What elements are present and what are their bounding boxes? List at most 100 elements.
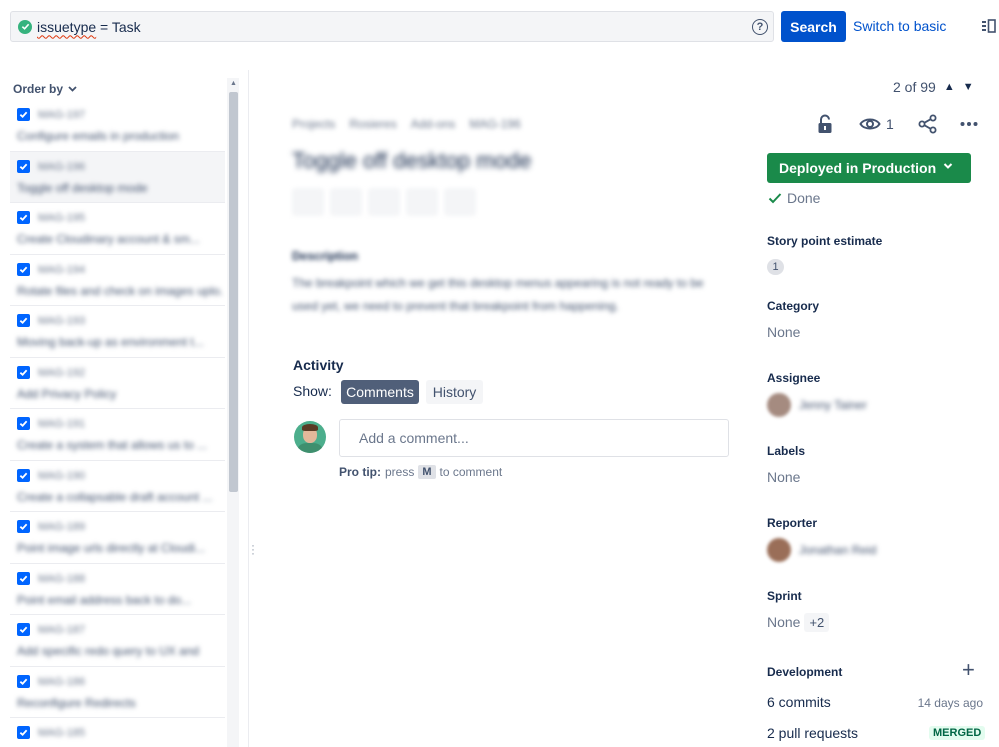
pagination-text: 2 of 99 [893, 79, 936, 95]
list-item[interactable]: MAG-195 Create Cloudinary account & sm... [10, 203, 225, 255]
pagination: 2 of 99 ▲ ▼ [893, 79, 974, 95]
checkbox-checked-icon[interactable] [17, 108, 30, 121]
sprint-extra-badge[interactable]: +2 [804, 613, 830, 632]
breadcrumb-item[interactable]: MAG-196 [469, 117, 520, 131]
breadcrumb-item[interactable]: Add-ons [411, 117, 456, 131]
help-icon[interactable]: ? [752, 19, 768, 35]
lock-icon[interactable] [817, 114, 833, 134]
checkbox-checked-icon[interactable] [17, 159, 30, 173]
jql-keyword: issuetype [37, 18, 97, 35]
breadcrumb-item[interactable]: Rosieres [349, 117, 396, 131]
web-link-icon[interactable] [406, 188, 438, 216]
issue-key: MAG-185 [38, 727, 86, 739]
pull-requests-link[interactable]: 2 pull requests [767, 725, 858, 741]
attach-icon[interactable] [292, 188, 324, 216]
previous-issue-icon[interactable]: ▲ [944, 81, 955, 93]
chevron-down-icon [68, 86, 77, 92]
switch-to-basic-link[interactable]: Switch to basic [853, 18, 946, 34]
checkbox-checked-icon[interactable] [17, 571, 30, 585]
checkbox-checked-icon[interactable] [17, 468, 30, 482]
checkbox-checked-icon[interactable] [17, 674, 30, 688]
list-item[interactable]: MAG-191 Create a system that allows us to… [10, 409, 225, 461]
panel-divider [248, 70, 249, 747]
story-point-badge[interactable]: 1 [767, 259, 784, 275]
merged-badge: MERGED [929, 726, 986, 740]
checkbox-checked-icon[interactable] [17, 365, 30, 379]
issue-summary: Moving back-up as environment t... [17, 335, 204, 349]
issue-summary: Point email address back to do... [17, 592, 192, 607]
story-point-label: Story point estimate [767, 234, 883, 248]
list-item[interactable]: MAG-190 Create a collapsable draft accoun… [10, 461, 225, 512]
order-by-button[interactable]: Order by [13, 82, 77, 96]
list-item[interactable]: MAG-197 Configure emails in production [10, 100, 225, 152]
protip-rest: to comment [439, 465, 503, 479]
list-item[interactable]: MAG-189 Point image urls directly at Clou… [10, 512, 225, 564]
next-issue-icon[interactable]: ▼ [963, 81, 974, 93]
scroll-up-icon[interactable]: ▲ [230, 80, 237, 87]
more-icon[interactable] [960, 121, 978, 127]
issue-key: MAG-187 [38, 624, 86, 636]
assignee-field[interactable]: Jenny Tainer [767, 393, 867, 417]
tab-history[interactable]: History [426, 380, 483, 404]
commits-link[interactable]: 6 commits [767, 694, 831, 710]
more-actions-icon[interactable] [444, 188, 476, 216]
issue-key: MAG-195 [38, 212, 86, 224]
scrollbar-thumb[interactable] [229, 92, 238, 492]
layout-toggle-icon[interactable] [982, 19, 996, 33]
breadcrumb: Projects Rosieres Add-ons MAG-196 [292, 117, 521, 131]
issue-title[interactable]: Toggle off desktop mode [292, 148, 531, 174]
watch-eye-icon[interactable] [859, 116, 881, 132]
issue-key: MAG-186 [38, 675, 86, 688]
reporter-field[interactable]: Jonathan Reid [767, 538, 876, 562]
checkbox-checked-icon[interactable] [17, 623, 30, 636]
labels-value[interactable]: None [767, 469, 800, 485]
child-issue-icon[interactable] [330, 188, 362, 216]
shortcut-key: M [418, 465, 436, 479]
status-dropdown[interactable]: Deployed in Production [767, 153, 971, 183]
list-item[interactable]: MAG-188 Point email address back to do... [10, 564, 225, 615]
issue-summary: Toggle off desktop mode [17, 180, 148, 195]
list-item[interactable]: MAG-186 Reconfigure Redirects [10, 667, 225, 718]
sprint-value: None [767, 614, 801, 630]
issue-toolbar [292, 188, 476, 216]
assignee-label: Assignee [767, 371, 821, 385]
issue-key: MAG-196 [38, 160, 86, 173]
description-text[interactable]: The breakpoint which we get this desktop… [292, 272, 712, 318]
checkbox-checked-icon[interactable] [17, 726, 30, 739]
list-item[interactable]: MAG-194 Rotate files and check on images … [10, 255, 225, 306]
checkbox-checked-icon[interactable] [17, 417, 30, 430]
issue-key: MAG-197 [38, 109, 86, 121]
add-development-icon[interactable]: + [962, 659, 975, 681]
chevron-down-icon [943, 163, 953, 169]
share-icon[interactable] [918, 114, 938, 134]
reporter-label: Reporter [767, 516, 818, 530]
reporter-name: Jonathan Reid [799, 543, 877, 557]
issue-key: MAG-189 [38, 521, 86, 533]
issue-summary: Point image urls directly at Cloudi... [17, 541, 206, 555]
link-icon[interactable] [368, 188, 400, 216]
pro-tip: Pro tip: press M to comment [339, 465, 502, 479]
issue-key: MAG-192 [38, 366, 86, 379]
checkbox-checked-icon[interactable] [17, 211, 30, 224]
avatar [767, 393, 791, 417]
resize-handle-icon[interactable]: · · · [251, 539, 255, 559]
checkbox-checked-icon[interactable] [17, 262, 30, 276]
jql-search-input[interactable]: issuetype = Task ? [10, 11, 774, 42]
protip-press: press [385, 465, 415, 479]
list-item[interactable]: MAG-196 Toggle off desktop mode [10, 151, 225, 203]
checkbox-checked-icon[interactable] [17, 314, 30, 327]
list-item[interactable]: MAG-192 Add Privacy Policy [10, 358, 225, 409]
checkbox-checked-icon[interactable] [17, 520, 30, 533]
list-item[interactable]: MAG-193 Moving back-up as environment t..… [10, 306, 225, 358]
list-scrollbar[interactable]: ▲ [227, 78, 239, 747]
list-item[interactable]: MAG-185 [10, 718, 225, 747]
comment-input[interactable]: Add a comment... [339, 419, 729, 457]
list-item[interactable]: MAG-187 Add specific redo query to UX and [10, 615, 225, 667]
category-label: Category [767, 299, 820, 313]
sprint-field[interactable]: None +2 [767, 613, 830, 632]
breadcrumb-item[interactable]: Projects [292, 117, 335, 131]
avatar [294, 421, 326, 453]
search-button[interactable]: Search [781, 11, 846, 42]
category-value[interactable]: None [767, 324, 800, 340]
tab-comments[interactable]: Comments [341, 380, 419, 404]
